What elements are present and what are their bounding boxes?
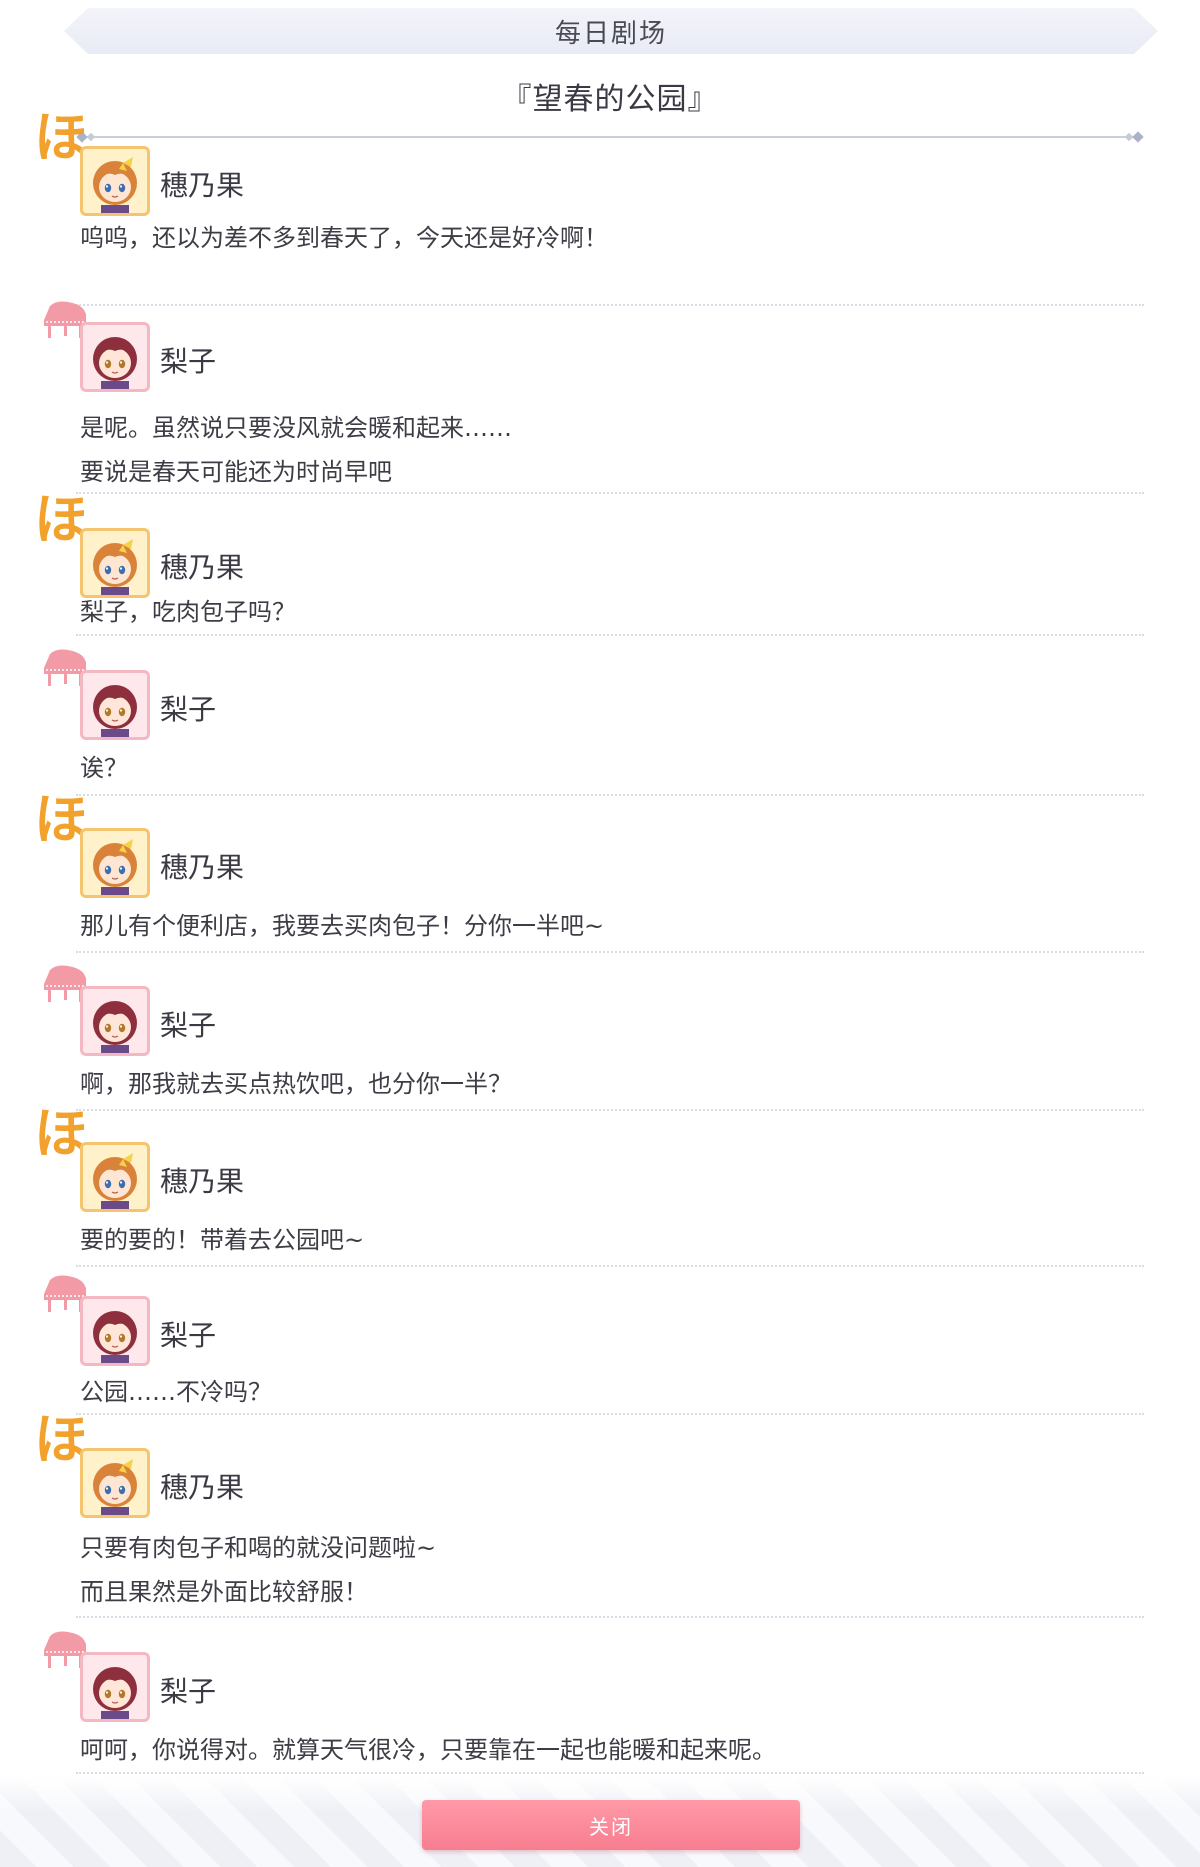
dialogue-line: 公园……不冷吗？ — [80, 1378, 272, 1406]
dialogue-line: 呜呜，还以为差不多到春天了，今天还是好冷啊！ — [80, 224, 608, 252]
avatar — [80, 828, 150, 898]
avatar — [80, 1296, 150, 1366]
speaker-name: 梨子 — [160, 1319, 217, 1352]
speaker-name: 梨子 — [160, 693, 217, 726]
avatar — [80, 146, 150, 216]
avatar — [80, 1652, 150, 1722]
dialogue-line: 梨子，吃肉包子吗？ — [80, 598, 296, 626]
speaker-name: 梨子 — [160, 1009, 217, 1042]
speaker-name: 穗乃果 — [160, 169, 245, 202]
dialogue-separator — [76, 1109, 1144, 1111]
dialogue-line: 啊，那我就去买点热饮吧，也分你一半？ — [80, 1070, 512, 1098]
avatar — [80, 1448, 150, 1518]
dialogue-line: 要的要的！带着去公园吧~ — [80, 1226, 365, 1254]
speaker-name: 穗乃果 — [160, 1165, 245, 1198]
avatar — [80, 322, 150, 392]
dialogue-line: 要说是春天可能还为时尚早吧 — [80, 458, 392, 486]
dialogue-line: 是呢。虽然说只要没风就会暖和起来…… — [80, 414, 512, 442]
dialogue-separator — [76, 1616, 1144, 1618]
dialogue-separator — [76, 794, 1144, 796]
speaker-name: 穗乃果 — [160, 1471, 245, 1504]
avatar — [80, 528, 150, 598]
speaker-name: 梨子 — [160, 1675, 217, 1708]
dialogue-separator — [76, 1265, 1144, 1267]
avatar — [80, 670, 150, 740]
story-title: 『望春的公园』 — [501, 82, 719, 117]
close-button[interactable]: 关闭 — [422, 1800, 800, 1850]
header-title: 每日剧场 — [554, 18, 667, 49]
dialogue-separator — [76, 1413, 1144, 1415]
speaker-name: 穗乃果 — [160, 851, 245, 884]
dialogue-line: 而且果然是外面比较舒服！ — [80, 1578, 368, 1606]
dialogue-line: 只要有肉包子和喝的就没问题啦~ — [80, 1534, 437, 1562]
dialogue-line: 诶？ — [80, 754, 128, 782]
speaker-name: 穗乃果 — [160, 551, 245, 584]
speaker-name: 梨子 — [160, 345, 217, 378]
dialogue-separator — [76, 492, 1144, 494]
header-bar: 每日剧场 — [64, 8, 1158, 54]
dialogue-line: 那儿有个便利店，我要去买肉包子！分你一半吧~ — [80, 912, 605, 940]
dialogue-separator — [76, 1772, 1144, 1774]
title-divider — [76, 131, 1144, 143]
avatar — [80, 986, 150, 1056]
dialogue-separator — [76, 304, 1144, 306]
dialogue-separator — [76, 634, 1144, 636]
dialogue-separator — [76, 951, 1144, 953]
avatar — [80, 1142, 150, 1212]
dialogue-line: 呵呵，你说得对。就算天气很冷，只要靠在一起也能暖和起来呢。 — [80, 1736, 776, 1764]
